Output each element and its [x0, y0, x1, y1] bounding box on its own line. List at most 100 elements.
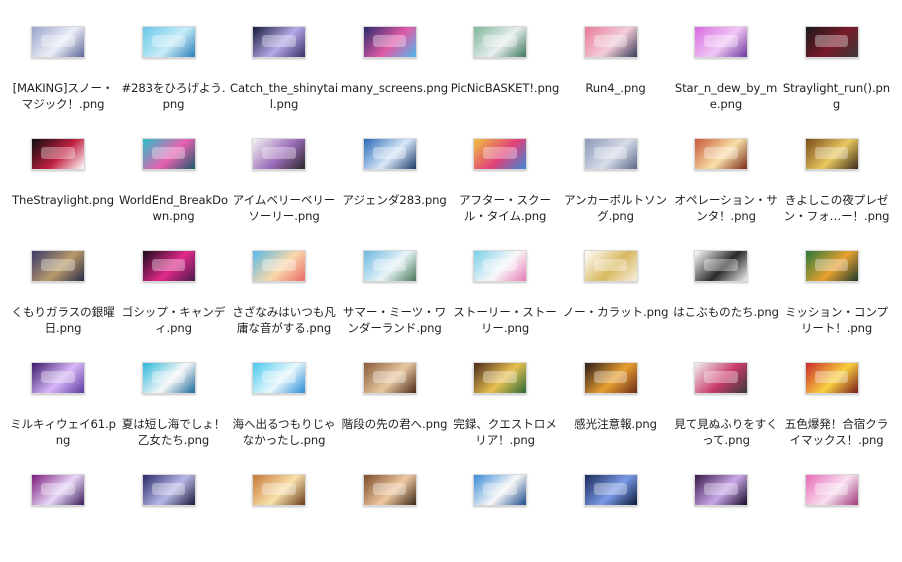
file-thumbnail[interactable]	[583, 250, 638, 282]
file-name[interactable]: WorldEnd_BreakDown.png	[119, 192, 229, 224]
file-thumbnail[interactable]	[694, 362, 748, 394]
file-item[interactable]	[782, 450, 892, 562]
file-thumbnail[interactable]	[141, 250, 196, 282]
file-item[interactable]: 感光注意報.png	[561, 338, 671, 450]
file-item[interactable]: 完録、クエストロメリア！.png	[450, 338, 560, 450]
file-name[interactable]: 五色爆発！合宿クライマックス！.png	[782, 416, 892, 448]
file-thumbnail[interactable]	[362, 26, 417, 58]
file-item[interactable]: ミルキィウェイ61.png	[8, 338, 118, 450]
file-name[interactable]: ゴシップ・キャンディ.png	[119, 304, 229, 336]
file-item[interactable]: #283をひろげよう.png	[119, 2, 229, 114]
file-name[interactable]: さざなみはいつも凡庸な音がする.png	[229, 304, 339, 336]
file-thumbnail[interactable]	[473, 250, 527, 282]
file-thumbnail[interactable]	[473, 138, 527, 170]
file-thumbnail[interactable]	[694, 138, 748, 170]
file-thumbnail[interactable]	[583, 26, 638, 58]
file-thumbnail[interactable]	[804, 250, 859, 282]
file-item[interactable]: サマー・ミーツ・ワンダーランド.png	[340, 226, 450, 338]
file-item[interactable]	[8, 450, 118, 562]
file-name[interactable]: ミッション・コンプリート！.png	[782, 304, 892, 336]
file-name[interactable]: はこぶものたち.png	[671, 304, 781, 320]
file-name[interactable]: くもりガラスの銀曜日.png	[8, 304, 118, 336]
file-thumbnail[interactable]	[252, 474, 306, 506]
file-item[interactable]: Star_n_dew_by_me.png	[671, 2, 781, 114]
file-item[interactable]	[340, 450, 450, 562]
file-item[interactable]: [MAKING]スノー・マジック！.png	[8, 2, 118, 114]
file-thumbnail[interactable]	[362, 250, 417, 282]
file-item[interactable]: ミッション・コンプリート！.png	[782, 226, 892, 338]
file-thumbnail[interactable]	[31, 362, 85, 394]
file-item[interactable]	[561, 450, 671, 562]
file-item[interactable]: 五色爆発！合宿クライマックス！.png	[782, 338, 892, 450]
file-item[interactable]: アイムベリーベリーソーリー.png	[229, 114, 339, 226]
file-name[interactable]: Star_n_dew_by_me.png	[671, 80, 781, 112]
file-thumbnail[interactable]	[252, 250, 306, 282]
file-item[interactable]: オペレーション・サンタ！.png	[671, 114, 781, 226]
file-name[interactable]: 見て見ぬふりをすくって.png	[671, 416, 781, 448]
file-thumbnail[interactable]	[694, 26, 748, 58]
file-item[interactable]: Straylight_run().png	[782, 2, 892, 114]
file-thumbnail[interactable]	[252, 138, 306, 170]
file-item[interactable]: many_screens.png	[340, 2, 450, 114]
file-name[interactable]: Catch_the_shinytail.png	[229, 80, 339, 112]
file-item[interactable]: アフター・スクール・タイム.png	[450, 114, 560, 226]
file-name[interactable]: ノー・カラット.png	[561, 304, 671, 320]
file-name[interactable]: Straylight_run().png	[782, 80, 892, 112]
file-thumbnail[interactable]	[141, 362, 196, 394]
file-name[interactable]: きよしこの夜プレゼン・フォ…ー！.png	[782, 192, 892, 224]
file-thumbnail[interactable]	[362, 474, 417, 506]
file-item[interactable]	[229, 450, 339, 562]
file-thumbnail[interactable]	[583, 474, 638, 506]
file-name[interactable]: アイムベリーベリーソーリー.png	[229, 192, 339, 224]
file-item[interactable]	[450, 450, 560, 562]
file-thumbnail[interactable]	[31, 474, 85, 506]
file-name[interactable]: アジェンダ283.png	[340, 192, 450, 208]
file-thumbnail[interactable]	[804, 138, 859, 170]
file-item[interactable]: 夏は短し海でしょ！乙女たち.png	[119, 338, 229, 450]
file-thumbnail[interactable]	[31, 250, 85, 282]
file-item[interactable]: 海へ出るつもりじゃなかったし.png	[229, 338, 339, 450]
file-item[interactable]: ゴシップ・キャンディ.png	[119, 226, 229, 338]
file-thumbnail[interactable]	[362, 362, 417, 394]
file-name[interactable]: サマー・ミーツ・ワンダーランド.png	[340, 304, 450, 336]
file-name[interactable]: オペレーション・サンタ！.png	[671, 192, 781, 224]
file-name[interactable]: [MAKING]スノー・マジック！.png	[8, 80, 118, 112]
file-thumbnail[interactable]	[252, 362, 306, 394]
file-name[interactable]: 感光注意報.png	[561, 416, 671, 432]
file-name[interactable]: many_screens.png	[340, 80, 450, 96]
file-item[interactable]: さざなみはいつも凡庸な音がする.png	[229, 226, 339, 338]
file-item[interactable]: 階段の先の君へ.png	[340, 338, 450, 450]
file-thumbnail[interactable]	[31, 138, 85, 170]
file-thumbnail[interactable]	[804, 362, 859, 394]
file-name[interactable]: 階段の先の君へ.png	[340, 416, 450, 432]
file-name[interactable]: 海へ出るつもりじゃなかったし.png	[229, 416, 339, 448]
file-item[interactable]: ストーリー・ストーリー.png	[450, 226, 560, 338]
file-thumbnail[interactable]	[31, 26, 85, 58]
file-thumbnail[interactable]	[694, 474, 748, 506]
file-item[interactable]: ノー・カラット.png	[561, 226, 671, 338]
file-thumbnail[interactable]	[362, 138, 417, 170]
file-thumbnail[interactable]	[804, 474, 859, 506]
file-item[interactable]: きよしこの夜プレゼン・フォ…ー！.png	[782, 114, 892, 226]
file-item[interactable]: 見て見ぬふりをすくって.png	[671, 338, 781, 450]
file-name[interactable]: ミルキィウェイ61.png	[8, 416, 118, 448]
file-item[interactable]	[119, 450, 229, 562]
file-thumbnail[interactable]	[473, 26, 527, 58]
file-thumbnail[interactable]	[141, 26, 196, 58]
file-item[interactable]: アジェンダ283.png	[340, 114, 450, 226]
file-name[interactable]: ストーリー・ストーリー.png	[450, 304, 560, 336]
file-thumbnail[interactable]	[141, 138, 196, 170]
file-item[interactable]: アンカーボルトソング.png	[561, 114, 671, 226]
file-thumbnail[interactable]	[252, 26, 306, 58]
file-thumbnail[interactable]	[141, 474, 196, 506]
file-item[interactable]: Catch_the_shinytail.png	[229, 2, 339, 114]
file-item[interactable]: Run4_.png	[561, 2, 671, 114]
file-item[interactable]: くもりガラスの銀曜日.png	[8, 226, 118, 338]
file-name[interactable]: PicNicBASKET!.png	[450, 80, 560, 96]
file-item[interactable]: PicNicBASKET!.png	[450, 2, 560, 114]
file-thumbnail[interactable]	[583, 138, 638, 170]
file-thumbnail[interactable]	[694, 250, 748, 282]
file-item[interactable]: WorldEnd_BreakDown.png	[119, 114, 229, 226]
file-name[interactable]: 完録、クエストロメリア！.png	[450, 416, 560, 448]
file-item[interactable]: TheStraylight.png	[8, 114, 118, 226]
